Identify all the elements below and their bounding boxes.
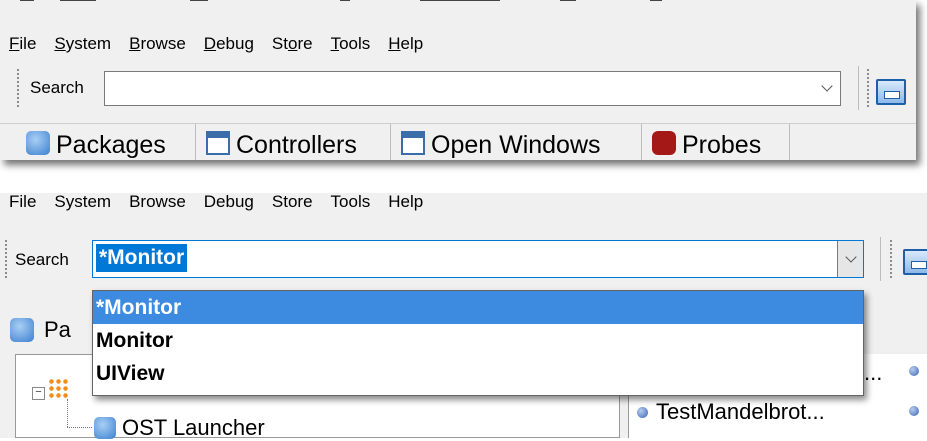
grid-icon	[48, 378, 68, 398]
package-icon	[94, 417, 116, 439]
menu-store[interactable]: Store	[263, 193, 322, 212]
menu-file[interactable]: File	[0, 34, 45, 54]
probe-icon	[652, 131, 676, 155]
toolbar-grip-2[interactable]	[866, 68, 870, 108]
menu-browse[interactable]: Browse	[120, 34, 195, 54]
list-item-testmandelbrot[interactable]: TestMandelbrot...	[637, 399, 825, 425]
tab-strip: Packages Controllers Open Windows Probes	[0, 123, 916, 160]
menu-system[interactable]: System	[45, 193, 120, 212]
toolbar-separator	[880, 237, 881, 281]
menu-tools[interactable]: Tools	[322, 193, 380, 212]
partial-tab-label: Pa	[44, 317, 71, 342]
collapse-icon[interactable]: −	[32, 387, 45, 400]
menu-file[interactable]: File	[0, 193, 45, 212]
tab-controllers[interactable]: Controllers	[196, 124, 391, 160]
tab-open-windows[interactable]: Open Windows	[391, 124, 642, 160]
search-dropdown-list: *Monitor Monitor UIView	[92, 290, 864, 396]
tab-probes[interactable]: Probes	[642, 124, 790, 160]
list-item-label: TestMandelbrot...	[656, 399, 825, 424]
tree-line	[67, 399, 68, 427]
toolbar-separator	[858, 66, 859, 110]
combo-dropdown-button[interactable]	[837, 241, 863, 277]
bullet-icon	[909, 406, 919, 416]
tab-packages-label: Packages	[56, 131, 166, 159]
menu-debug[interactable]: Debug	[195, 34, 263, 54]
menu-debug[interactable]: Debug	[195, 193, 263, 212]
tree-item-ost-launcher[interactable]: OST Launcher	[94, 415, 265, 441]
search-combobox[interactable]	[104, 71, 841, 106]
toolbar-grip[interactable]	[4, 239, 8, 279]
tab-controllers-label: Controllers	[236, 131, 357, 159]
list-item-label: ...	[864, 360, 883, 385]
chevron-down-icon	[821, 80, 833, 92]
search-label: Search	[15, 250, 69, 269]
tab-open-windows-label: Open Windows	[431, 131, 601, 159]
toolbar-grip[interactable]	[16, 68, 20, 108]
window-icon[interactable]	[876, 79, 906, 105]
search-toolbar: Search *Monitor	[0, 233, 927, 283]
title-bar-fragment	[0, 0, 916, 6]
tree-line	[67, 427, 92, 428]
search-combobox[interactable]: *Monitor	[92, 240, 864, 278]
chevron-down-icon	[844, 250, 857, 263]
menu-help[interactable]: Help	[379, 34, 432, 54]
search-toolbar: Search	[0, 62, 916, 112]
menu-system[interactable]: System	[45, 34, 120, 54]
menu-store[interactable]: Store	[263, 34, 322, 54]
menu-bar: File System Browse Debug Store Tools Hel…	[0, 31, 432, 57]
dropdown-option[interactable]: Monitor	[93, 324, 863, 357]
screenshot-before: File System Browse Debug Store Tools Hel…	[0, 0, 916, 160]
menu-help[interactable]: Help	[379, 193, 432, 212]
tab-probes-label: Probes	[682, 131, 762, 159]
list-item-truncated[interactable]: ...	[864, 360, 882, 386]
toolbar-grip-2[interactable]	[889, 239, 893, 279]
combo-dropdown-button[interactable]	[814, 72, 840, 105]
bullet-icon	[637, 406, 648, 418]
menu-tools[interactable]: Tools	[322, 34, 380, 54]
menu-browse[interactable]: Browse	[120, 193, 195, 212]
dropdown-option[interactable]: *Monitor	[93, 291, 863, 324]
partial-tab-packages[interactable]: Pa	[10, 317, 71, 343]
tree-item-label: OST Launcher	[122, 415, 265, 440]
menu-bar-cut: File System Browse Debug Store Tools Hel…	[0, 193, 432, 213]
tab-packages[interactable]: Packages	[0, 124, 196, 160]
bullet-icon	[909, 366, 919, 376]
search-label: Search	[30, 78, 84, 97]
window-icon[interactable]	[903, 249, 927, 275]
package-icon	[26, 131, 50, 155]
window-icon	[206, 131, 230, 155]
window-icon	[401, 131, 425, 155]
search-value-selected[interactable]: *Monitor	[96, 244, 188, 272]
package-icon	[10, 318, 34, 342]
dropdown-option[interactable]: UIView	[93, 357, 863, 390]
